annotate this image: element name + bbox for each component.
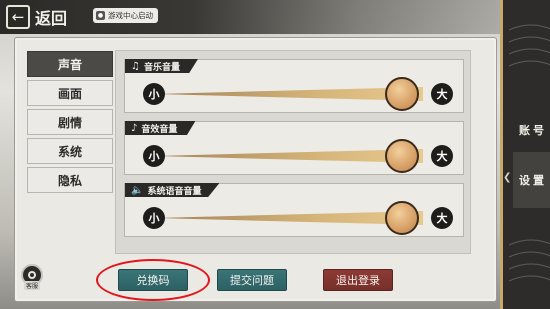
sfx-volume-slider[interactable]: 小 大 — [143, 139, 453, 173]
max-mark: 大 — [431, 145, 453, 167]
slider-knob[interactable] — [385, 77, 420, 111]
tab-label: 隐私 — [57, 173, 82, 188]
slider-track[interactable] — [165, 211, 423, 225]
bottom-action-bar: 客服 兑换码 提交问题 退出登录 — [15, 256, 498, 302]
slider-title: 音乐音量 — [143, 62, 180, 73]
music-volume-card: ♫ 音乐音量 小 大 — [124, 59, 464, 113]
voice-volume-card: 🔈 系统语音音量 小 大 — [124, 183, 464, 237]
tab-privacy[interactable]: 隐私 — [27, 167, 113, 193]
side-tab-label: 账号 — [519, 124, 547, 137]
side-tab-label: 设置 — [519, 174, 547, 187]
submit-feedback-button[interactable]: 提交问题 — [217, 269, 287, 291]
min-mark: 小 — [143, 207, 165, 229]
customer-service-button[interactable]: 客服 — [20, 264, 44, 294]
slider-track[interactable] — [165, 149, 423, 163]
slider-title: 音效音量 — [141, 124, 178, 135]
wave-pattern-icon — [509, 239, 550, 282]
customer-service-label: 客服 — [23, 281, 40, 290]
gamepad-icon: ● — [96, 11, 105, 20]
music-volume-slider[interactable]: 小 大 — [143, 77, 453, 111]
slider-knob[interactable] — [385, 139, 420, 173]
launch-badge-label: 游戏中心启动 — [108, 11, 153, 20]
chevron-left-icon: ❮ — [503, 172, 512, 183]
tab-display[interactable]: 画面 — [27, 80, 113, 106]
side-tab-account[interactable]: 账号 — [513, 102, 550, 158]
back-button[interactable]: ← 返回 — [6, 4, 67, 30]
logout-button[interactable]: 退出登录 — [323, 269, 393, 291]
slider-track[interactable] — [165, 87, 423, 101]
tab-label: 画面 — [57, 86, 82, 101]
voice-volume-slider[interactable]: 小 大 — [143, 201, 453, 235]
game-center-launch-badge[interactable]: ● 游戏中心启动 — [93, 8, 158, 23]
tab-story[interactable]: 剧情 — [27, 109, 113, 135]
speaker-icon: 🔈 — [131, 184, 144, 196]
sound-settings-pane: ♫ 音乐音量 小 大 ♪ 音效音量 小 大 🔈 系统语音音量 小 大 — [115, 50, 471, 254]
sfx-volume-label: ♪ 音效音量 — [125, 121, 196, 135]
back-arrow-icon: ← — [6, 5, 30, 29]
slider-knob[interactable] — [385, 201, 420, 235]
wave-pattern-icon — [509, 24, 550, 67]
top-bar: ← 返回 ● 游戏中心启动 — [0, 0, 550, 34]
settings-tab-list: 声音 画面 剧情 系统 隐私 — [27, 51, 113, 196]
back-label: 返回 — [35, 9, 68, 28]
music-note-icon: ♫ — [131, 60, 140, 72]
redeem-code-button[interactable]: 兑换码 — [118, 269, 188, 291]
max-mark: 大 — [431, 207, 453, 229]
tab-system[interactable]: 系统 — [27, 138, 113, 164]
side-tab-settings[interactable]: 设置 — [513, 152, 550, 208]
tab-sound[interactable]: 声音 — [27, 51, 113, 77]
slider-title: 系统语音音量 — [147, 186, 202, 197]
max-mark: 大 — [431, 83, 453, 105]
min-mark: 小 — [143, 83, 165, 105]
music-volume-label: ♫ 音乐音量 — [125, 59, 198, 73]
tab-label: 系统 — [57, 144, 82, 159]
music-note-icon: ♪ — [131, 122, 138, 134]
side-nav: 账号 ❮ 设置 — [500, 0, 550, 309]
sfx-volume-card: ♪ 音效音量 小 大 — [124, 121, 464, 175]
voice-volume-label: 🔈 系统语音音量 — [125, 183, 220, 197]
tab-label: 声音 — [57, 57, 82, 72]
tab-label: 剧情 — [57, 115, 82, 130]
min-mark: 小 — [143, 145, 165, 167]
settings-panel: 声音 画面 剧情 系统 隐私 ♫ 音乐音量 小 大 ♪ 音效音量 小 大 🔈 系… — [14, 37, 497, 302]
